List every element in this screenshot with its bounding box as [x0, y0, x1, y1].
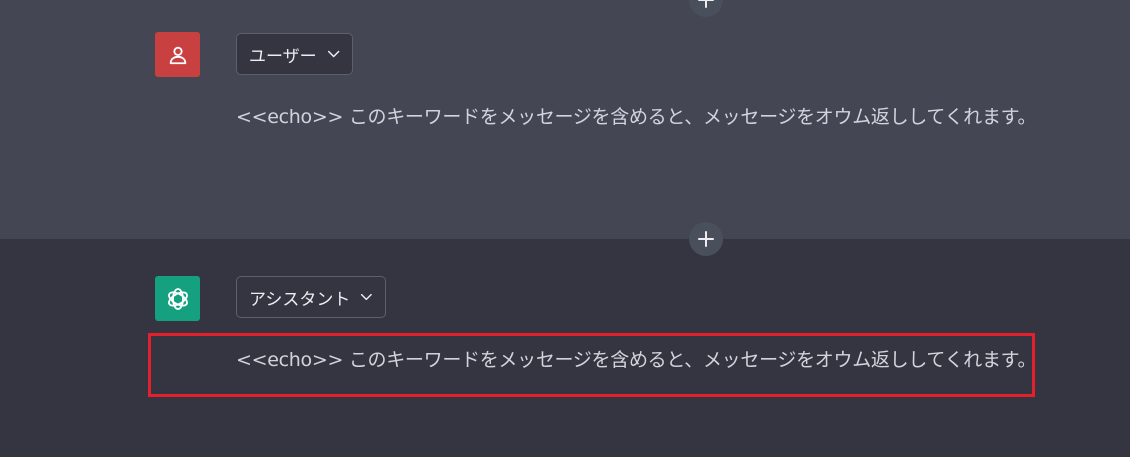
role-label: ユーザー: [249, 46, 317, 67]
plus-icon: [698, 0, 714, 8]
assistant-avatar: [155, 276, 200, 321]
plus-icon: [698, 231, 714, 247]
chevron-down-icon: [327, 50, 340, 58]
role-label: アシスタント: [249, 289, 351, 310]
user-message-text: <<echo>> このキーワードをメッセージを含めると、メッセージをオウム返しし…: [236, 106, 1037, 128]
add-message-button-top[interactable]: [689, 0, 723, 17]
openai-logo-icon: [167, 287, 188, 310]
user-avatar: [155, 32, 200, 77]
user-icon: [169, 46, 186, 64]
chat-page: ユーザー <<echo>> このキーワードをメッセージを含めると、メッセージをオ…: [0, 0, 1130, 457]
user-message-panel: ユーザー <<echo>> このキーワードをメッセージを含めると、メッセージをオ…: [0, 0, 1130, 239]
role-select-assistant[interactable]: アシスタント: [236, 276, 386, 318]
highlight-box: [148, 333, 1035, 397]
add-message-button[interactable]: [689, 222, 723, 256]
role-select-user[interactable]: ユーザー: [236, 33, 353, 75]
chevron-down-icon: [361, 293, 373, 301]
